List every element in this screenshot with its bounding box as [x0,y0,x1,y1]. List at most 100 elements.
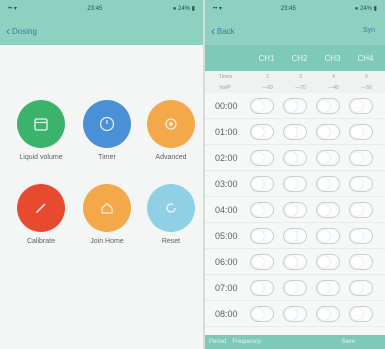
sync-button[interactable]: Syn [363,27,375,34]
volume-label: Vol/P [219,84,231,91]
channel-3-heading: CH3 [324,53,341,63]
channel-2-toggle[interactable] [282,305,307,322]
volume-value: —40 [328,84,339,91]
channel-4-toggle[interactable] [348,175,373,192]
gear-icon [147,100,195,148]
schedule-row: 08:00 [205,301,385,327]
timer-tile[interactable]: Timer [76,100,138,161]
times-label: Times [219,73,233,80]
back-button[interactable]: ‹ Dosing [6,25,37,37]
channel-1-toggle[interactable] [249,149,274,166]
advanced-button[interactable] [147,100,195,148]
join-home-tile[interactable]: Join Home [76,184,138,245]
channel-4-toggle[interactable] [348,305,373,322]
channel-3-toggle[interactable] [315,175,340,192]
calendar-icon [17,100,65,148]
schedule-row: 06:00 [205,249,385,275]
signal-indicator: •• ▾ [213,6,222,12]
time-label: 08:00 [215,308,238,319]
channel-4-toggle[interactable] [348,227,373,244]
channel-4-toggle[interactable] [348,201,373,218]
status-time: 23:45 [87,5,103,12]
channel-2-toggle[interactable] [282,149,307,166]
channel-2-toggle[interactable] [282,175,307,192]
liquid-volume-label: Liquid volume [19,154,63,161]
channel-3-toggle[interactable] [315,253,340,270]
reset-button[interactable] [147,184,195,232]
status-time: 23:45 [280,5,296,12]
channel-4-toggle[interactable] [348,97,373,114]
home-icon [83,184,131,232]
liquid-volume-button[interactable] [17,100,65,148]
channel-1-toggle[interactable] [249,175,274,192]
channel-3-toggle[interactable] [315,227,340,244]
calibrate-button[interactable] [17,184,65,232]
channel-1-toggle[interactable] [249,279,274,296]
join-home-button[interactable] [83,184,131,232]
channel-2-toggle[interactable] [282,279,307,296]
schedule-row: 05:00 [205,223,385,249]
timer-button[interactable] [83,100,131,148]
channel-4-toggle[interactable] [348,253,373,270]
schedule-row: 02:00 [205,145,385,171]
reset-icon [147,184,195,232]
time-label: 03:00 [215,178,238,189]
frequency-tab[interactable]: Frequency [232,339,260,345]
channel-2-toggle[interactable] [282,97,307,114]
time-label: 06:00 [215,256,238,267]
channel-2-heading: CH2 [291,53,308,63]
channel-4-toggle[interactable] [348,149,373,166]
channel-2-toggle[interactable] [282,123,307,140]
channel-3-toggle[interactable] [315,201,340,218]
advanced-tile[interactable]: Advanced [140,100,202,161]
navigation-bar: ‹ Back Syn [205,17,385,45]
time-label: 01:00 [215,126,238,137]
back-button[interactable]: ‹ Back [211,24,235,38]
chevron-left-icon: ‹ [211,24,215,38]
channel-3-toggle[interactable] [315,123,340,140]
channel-4-toggle[interactable] [348,279,373,296]
advanced-label: Advanced [155,154,187,161]
volume-value: —50 [361,84,372,91]
channel-1-toggle[interactable] [249,305,274,322]
channel-4-toggle[interactable] [348,123,373,140]
status-bar: •• ▾ 23:45 ● 24% ▮ [205,0,385,17]
period-tab[interactable]: Period [209,339,226,345]
time-label: 02:00 [215,152,238,163]
reset-label: Reset [161,238,181,245]
channel-2-toggle[interactable] [282,201,307,218]
volume-value: —60 [262,84,273,91]
channel-1-toggle[interactable] [249,227,274,244]
channel-2-toggle[interactable] [282,253,307,270]
join-home-label: Join Home [90,238,124,245]
bottom-toolbar: Period Frequency Save [205,335,385,349]
time-label: 00:00 [215,100,238,111]
times-value: 5 [365,73,368,80]
channel-3-toggle[interactable] [315,305,340,322]
time-label: 04:00 [215,204,238,215]
channel-1-toggle[interactable] [249,97,274,114]
signal-indicator: •• ▾ [8,6,17,12]
channel-3-toggle[interactable] [315,279,340,296]
channel-1-heading: CH1 [258,53,275,63]
channel-1-toggle[interactable] [249,123,274,140]
times-row: Times 2 3 4 5 [205,71,385,82]
channel-3-toggle[interactable] [315,97,340,114]
channel-1-toggle[interactable] [249,253,274,270]
pen-icon [17,184,65,232]
schedule-row: 07:00 [205,275,385,301]
schedule-row: 01:00 [205,119,385,145]
save-button[interactable]: Save [341,339,355,345]
battery-indicator: ● 24% ▮ [172,6,195,12]
channel-1-toggle[interactable] [249,201,274,218]
calibrate-tile[interactable]: Calibrate [10,184,72,245]
dosing-screen: •• ▾ 23:45 ● 24% ▮ ‹ Dosing Liquid volum… [0,0,203,349]
channel-2-toggle[interactable] [282,227,307,244]
channel-3-toggle[interactable] [315,149,340,166]
reset-tile[interactable]: Reset [140,184,202,245]
battery-indicator: ● 24% ▮ [354,6,377,12]
schedule-row: 04:00 [205,197,385,223]
time-label: 07:00 [215,282,238,293]
liquid-volume-tile[interactable]: Liquid volume [10,100,72,161]
channel-header: CH1 CH2 CH3 CH4 [205,45,385,71]
